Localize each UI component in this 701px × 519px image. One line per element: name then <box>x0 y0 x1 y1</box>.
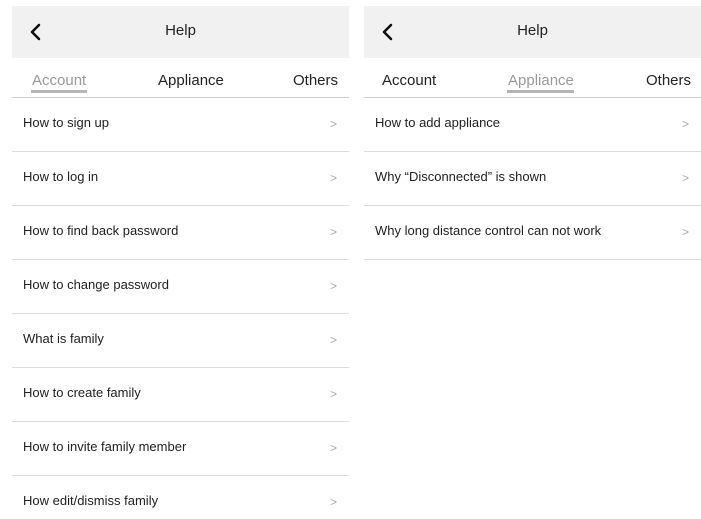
page-title: Help <box>517 22 548 39</box>
help-item-create-family[interactable]: How to create family > <box>12 368 349 422</box>
help-item-invite-member[interactable]: How to invite family member > <box>12 422 349 476</box>
tab-appliance[interactable]: Appliance <box>158 72 224 89</box>
tab-appliance[interactable]: Appliance <box>508 72 574 89</box>
header-bar: Help <box>364 6 701 58</box>
tab-others[interactable]: Others <box>646 72 691 89</box>
chevron-right-icon: > <box>329 117 337 131</box>
list-item-label: Why long distance control can not work <box>375 223 602 238</box>
chevron-right-icon: > <box>681 171 689 185</box>
chevron-right-icon: > <box>329 171 337 185</box>
tab-others[interactable]: Others <box>293 72 338 89</box>
active-tab-indicator <box>31 90 87 93</box>
page-title: Help <box>165 22 196 39</box>
chevron-right-icon: > <box>329 225 337 239</box>
header-bar: Help <box>12 6 349 58</box>
tab-account[interactable]: Account <box>382 72 436 89</box>
active-tab-indicator <box>507 90 574 93</box>
chevron-right-icon: > <box>329 387 337 401</box>
list-item-label: How to change password <box>23 277 169 292</box>
help-item-disconnected[interactable]: Why “Disconnected” is shown > <box>364 152 701 206</box>
chevron-right-icon: > <box>681 225 689 239</box>
help-screen-appliance: Help Account Appliance Others How to add… <box>352 0 701 519</box>
help-item-add-appliance[interactable]: How to add appliance > <box>364 98 701 152</box>
list-item-label: What is family <box>23 331 104 346</box>
chevron-right-icon: > <box>329 333 337 347</box>
list-item-label: How to add appliance <box>375 115 501 130</box>
help-item-what-is-family[interactable]: What is family > <box>12 314 349 368</box>
list-item-label: How edit/dismiss family <box>23 493 159 508</box>
chevron-right-icon: > <box>329 495 337 509</box>
tab-bar: Account Appliance Others <box>364 60 701 98</box>
help-item-log-in[interactable]: How to log in > <box>12 152 349 206</box>
help-topic-list: How to add appliance > Why “Disconnected… <box>364 98 701 260</box>
list-item-label: How to find back password <box>23 223 179 238</box>
list-item-label: How to invite family member <box>23 439 187 454</box>
tab-account[interactable]: Account <box>32 72 86 89</box>
help-item-find-password[interactable]: How to find back password > <box>12 206 349 260</box>
list-item-label: Why “Disconnected” is shown <box>375 169 547 184</box>
help-item-sign-up[interactable]: How to sign up > <box>12 98 349 152</box>
chevron-right-icon: > <box>329 279 337 293</box>
chevron-right-icon: > <box>329 441 337 455</box>
help-item-edit-dismiss-family[interactable]: How edit/dismiss family > <box>12 476 349 519</box>
list-item-label: How to create family <box>23 385 141 400</box>
list-item-label: How to log in <box>23 169 99 184</box>
help-screen-account: Help Account Appliance Others How to sig… <box>0 0 350 519</box>
chevron-right-icon: > <box>681 117 689 131</box>
help-item-long-distance-control[interactable]: Why long distance control can not work > <box>364 206 701 260</box>
list-item-label: How to sign up <box>23 115 109 130</box>
help-topic-list: How to sign up > How to log in > How to … <box>12 98 349 519</box>
tab-bar: Account Appliance Others <box>12 60 349 98</box>
help-item-change-password[interactable]: How to change password > <box>12 260 349 314</box>
